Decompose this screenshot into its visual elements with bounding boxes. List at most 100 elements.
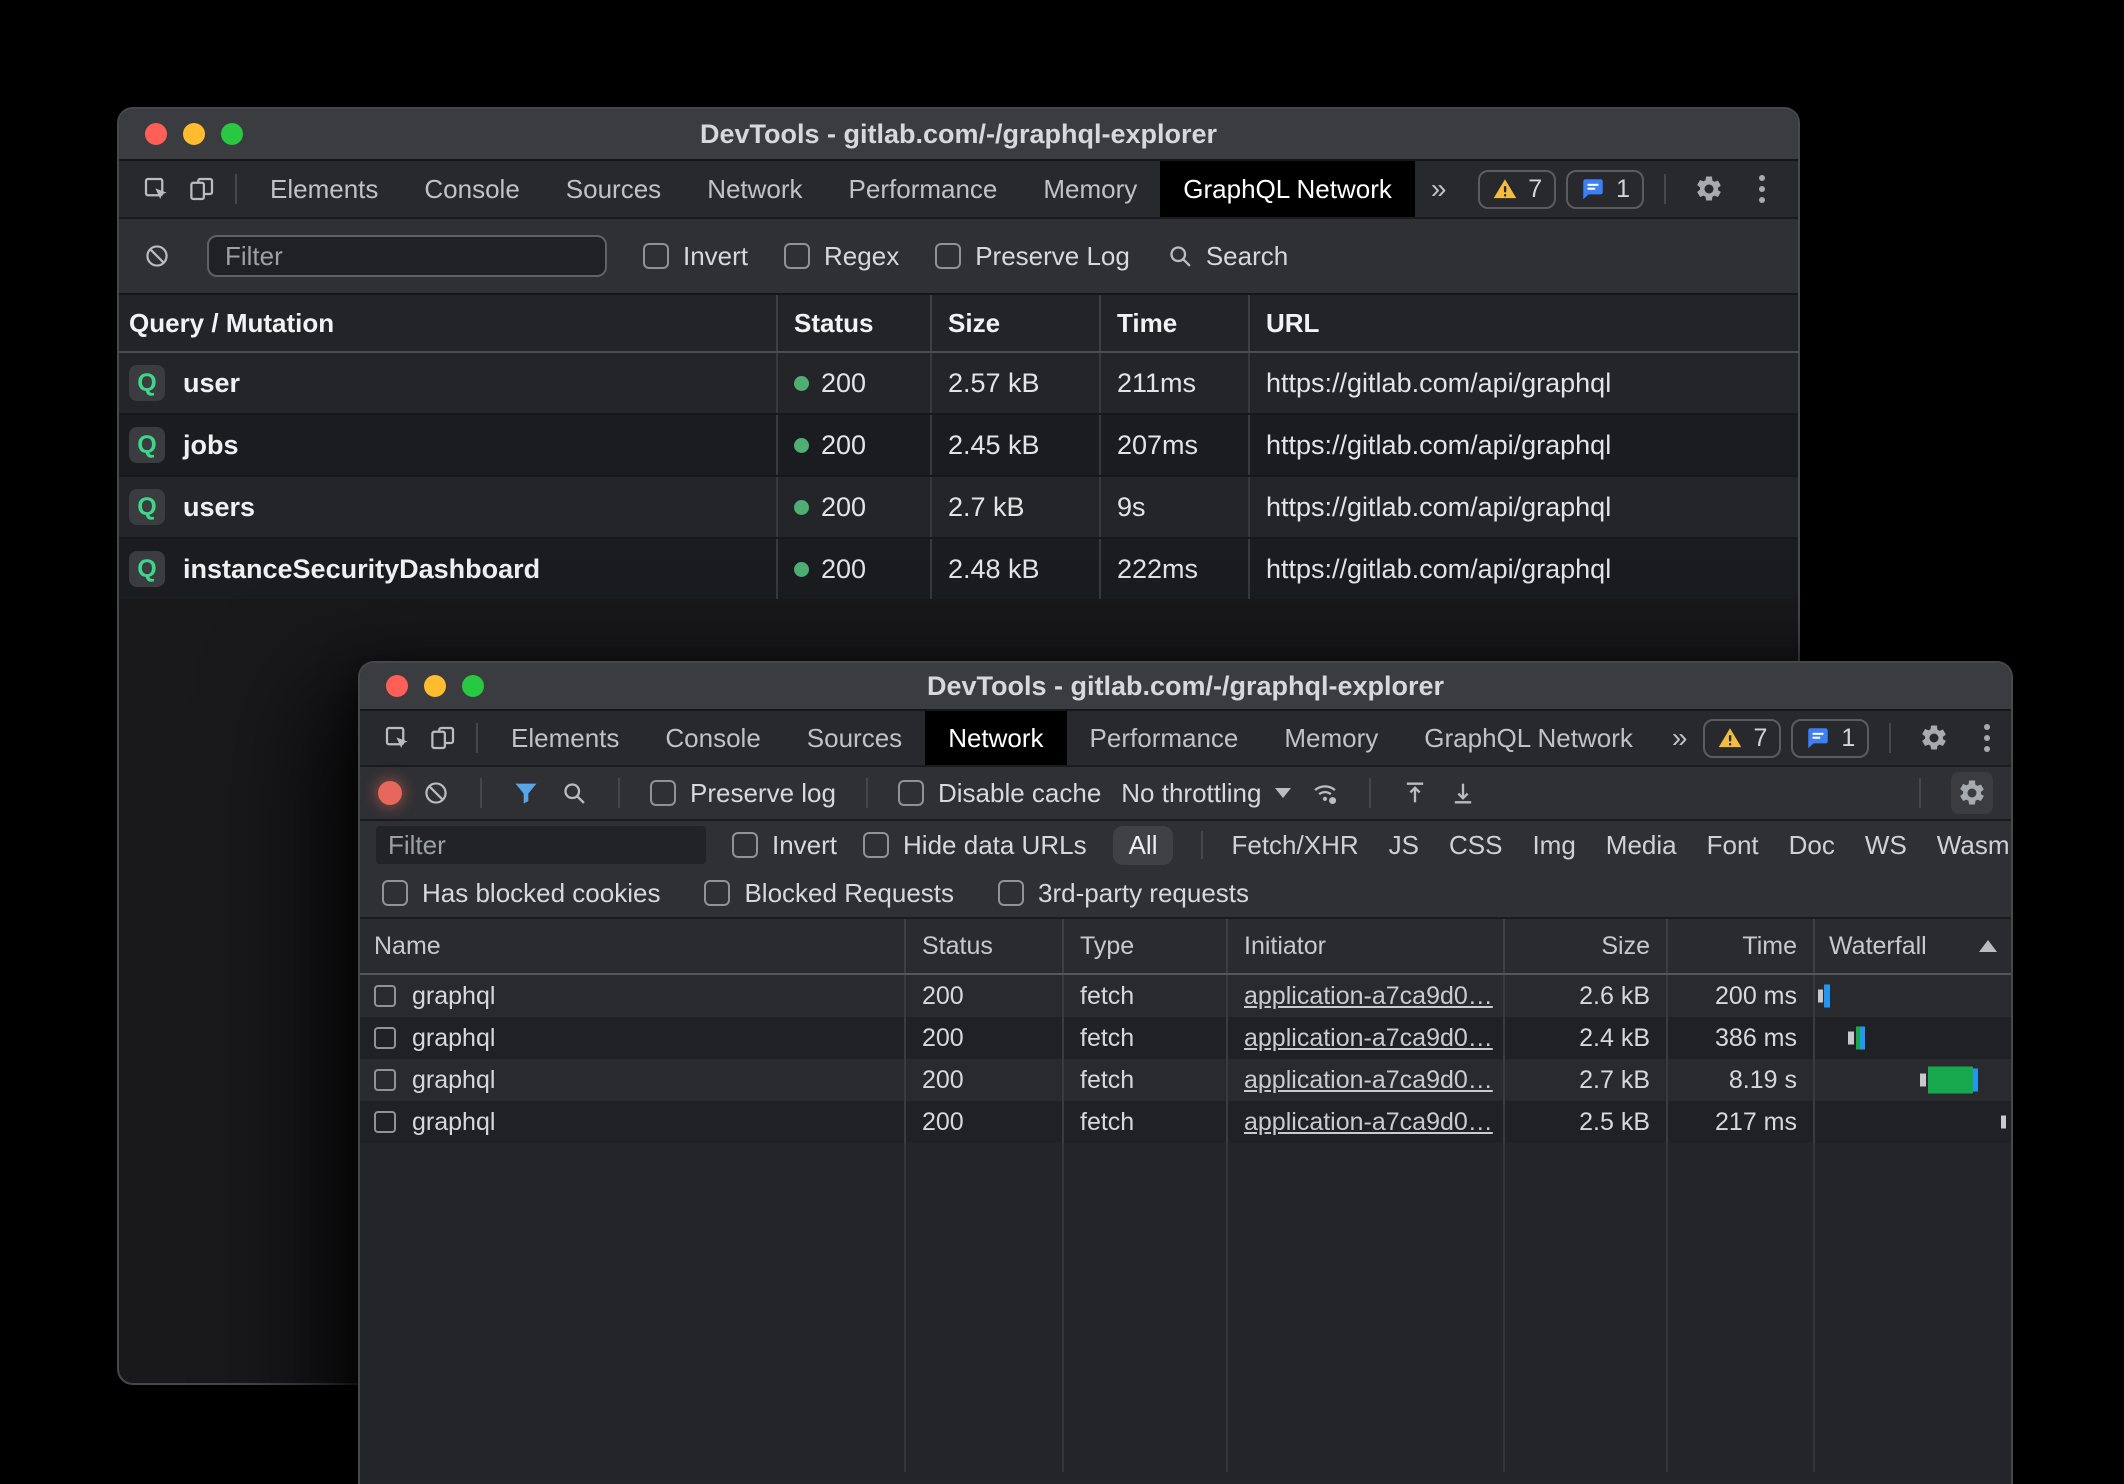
row-checkbox[interactable] [374, 985, 396, 1007]
search-toggle[interactable]: Search [1166, 241, 1288, 272]
graphql-request-row[interactable]: Qusers 200 2.7 kB 9s https://gitlab.com/… [119, 477, 1798, 539]
initiator-link[interactable]: application-a7ca9d0… [1244, 1108, 1493, 1137]
column-header-waterfall[interactable]: Waterfall [1815, 919, 2011, 973]
issues-badge[interactable]: 1 [1566, 170, 1644, 209]
tab-graphql-network[interactable]: GraphQL Network [1401, 711, 1656, 765]
filter-chip-js[interactable]: JS [1389, 830, 1419, 861]
filter-chip-ws[interactable]: WS [1865, 830, 1907, 861]
filter-chip-font[interactable]: Font [1707, 830, 1759, 861]
filter-chip-wasm[interactable]: Wasm [1937, 830, 2010, 861]
graphql-request-row[interactable]: QinstanceSecurityDashboard 200 2.48 kB 2… [119, 539, 1798, 601]
column-header-query-mutation[interactable]: Query / Mutation [119, 295, 778, 351]
record-button[interactable] [378, 781, 402, 805]
hide-data-urls-checkbox-group[interactable]: Hide data URLs [863, 830, 1087, 861]
disable-cache-checkbox-group[interactable]: Disable cache [898, 778, 1101, 809]
column-header-size[interactable]: Size [1505, 919, 1668, 973]
invert-checkbox[interactable] [732, 832, 758, 858]
row-checkbox[interactable] [374, 1027, 396, 1049]
more-tabs-icon[interactable]: » [1656, 722, 1704, 754]
graphql-request-row[interactable]: Qjobs 200 2.45 kB 207ms https://gitlab.c… [119, 415, 1798, 477]
zoom-button[interactable] [221, 123, 243, 145]
regex-checkbox-group[interactable]: Regex [784, 241, 899, 272]
tab-memory[interactable]: Memory [1020, 161, 1160, 217]
minimize-button[interactable] [424, 675, 446, 697]
tab-network[interactable]: Network [684, 161, 825, 217]
tab-sources[interactable]: Sources [784, 711, 925, 765]
tab-graphql-network[interactable]: GraphQL Network [1160, 161, 1415, 217]
inspect-icon[interactable] [374, 716, 420, 760]
tab-performance[interactable]: Performance [1067, 711, 1262, 765]
preserve-log-checkbox-group[interactable]: Preserve log [650, 778, 836, 809]
regex-checkbox[interactable] [784, 243, 810, 269]
filter-chip-css[interactable]: CSS [1449, 830, 1502, 861]
network-request-row[interactable]: graphql 200 fetch application-a7ca9d0… 2… [360, 1059, 2011, 1101]
more-tabs-icon[interactable]: » [1415, 173, 1463, 205]
filter-chip-img[interactable]: Img [1532, 830, 1575, 861]
invert-checkbox-group[interactable]: Invert [643, 241, 748, 272]
issues-badge[interactable]: 1 [1791, 719, 1869, 758]
preserve-log-checkbox-group[interactable]: Preserve Log [935, 241, 1130, 272]
initiator-link[interactable]: application-a7ca9d0… [1244, 1024, 1493, 1053]
filter-input[interactable]: Filter [207, 235, 607, 277]
minimize-button[interactable] [183, 123, 205, 145]
settings-gear-icon[interactable] [1911, 716, 1957, 760]
column-header-type[interactable]: Type [1064, 919, 1228, 973]
settings-gear-icon[interactable] [1686, 167, 1732, 211]
search-icon[interactable] [560, 779, 588, 807]
close-button[interactable] [386, 675, 408, 697]
filter-funnel-icon[interactable] [512, 779, 540, 807]
network-request-row[interactable]: graphql 200 fetch application-a7ca9d0… 2… [360, 1101, 2011, 1143]
initiator-link[interactable]: application-a7ca9d0… [1244, 1066, 1493, 1095]
tab-elements[interactable]: Elements [247, 161, 401, 217]
blocked-requests-checkbox[interactable] [704, 880, 730, 906]
invert-checkbox[interactable] [643, 243, 669, 269]
third-party-requests-checkbox[interactable] [998, 880, 1024, 906]
column-header-size[interactable]: Size [932, 295, 1101, 351]
tab-sources[interactable]: Sources [543, 161, 684, 217]
tab-network[interactable]: Network [925, 711, 1066, 765]
kebab-menu-icon[interactable] [1742, 167, 1782, 211]
network-conditions-icon[interactable] [1311, 779, 1339, 807]
warnings-badge[interactable]: 7 [1478, 170, 1556, 209]
column-header-name[interactable]: Name [360, 919, 906, 973]
filter-chip-media[interactable]: Media [1606, 830, 1677, 861]
has-blocked-cookies-checkbox-group[interactable]: Has blocked cookies [382, 878, 660, 909]
disable-cache-checkbox[interactable] [898, 780, 924, 806]
preserve-log-checkbox[interactable] [935, 243, 961, 269]
clear-icon[interactable] [422, 779, 450, 807]
preserve-log-checkbox[interactable] [650, 780, 676, 806]
column-header-time[interactable]: Time [1668, 919, 1815, 973]
import-har-icon[interactable] [1401, 779, 1429, 807]
inspect-icon[interactable] [133, 167, 179, 211]
invert-checkbox-group[interactable]: Invert [732, 830, 837, 861]
network-request-row[interactable]: graphql 200 fetch application-a7ca9d0… 2… [360, 1017, 2011, 1059]
export-har-icon[interactable] [1449, 779, 1477, 807]
column-header-time[interactable]: Time [1101, 295, 1250, 351]
blocked-requests-checkbox-group[interactable]: Blocked Requests [704, 878, 954, 909]
throttling-select[interactable]: No throttling [1121, 778, 1291, 809]
column-header-initiator[interactable]: Initiator [1228, 919, 1505, 973]
tab-console[interactable]: Console [642, 711, 783, 765]
kebab-menu-icon[interactable] [1967, 716, 2007, 760]
filter-chip-all[interactable]: All [1113, 826, 1174, 865]
column-header-status[interactable]: Status [906, 919, 1064, 973]
clear-icon[interactable] [143, 242, 171, 270]
device-toolbar-icon[interactable] [420, 716, 466, 760]
column-header-status[interactable]: Status [778, 295, 932, 351]
filter-chip-doc[interactable]: Doc [1789, 830, 1835, 861]
graphql-request-row[interactable]: Quser 200 2.57 kB 211ms https://gitlab.c… [119, 353, 1798, 415]
device-toolbar-icon[interactable] [179, 167, 225, 211]
row-checkbox[interactable] [374, 1111, 396, 1133]
has-blocked-cookies-checkbox[interactable] [382, 880, 408, 906]
warnings-badge[interactable]: 7 [1703, 719, 1781, 758]
hide-data-urls-checkbox[interactable] [863, 832, 889, 858]
network-settings-button[interactable] [1951, 772, 1993, 814]
network-request-row[interactable]: graphql 200 fetch application-a7ca9d0… 2… [360, 975, 2011, 1017]
row-checkbox[interactable] [374, 1069, 396, 1091]
initiator-link[interactable]: application-a7ca9d0… [1244, 982, 1493, 1011]
close-button[interactable] [145, 123, 167, 145]
filter-chip-fetch-xhr[interactable]: Fetch/XHR [1231, 830, 1358, 861]
tab-memory[interactable]: Memory [1261, 711, 1401, 765]
tab-console[interactable]: Console [401, 161, 542, 217]
third-party-requests-checkbox-group[interactable]: 3rd-party requests [998, 878, 1249, 909]
